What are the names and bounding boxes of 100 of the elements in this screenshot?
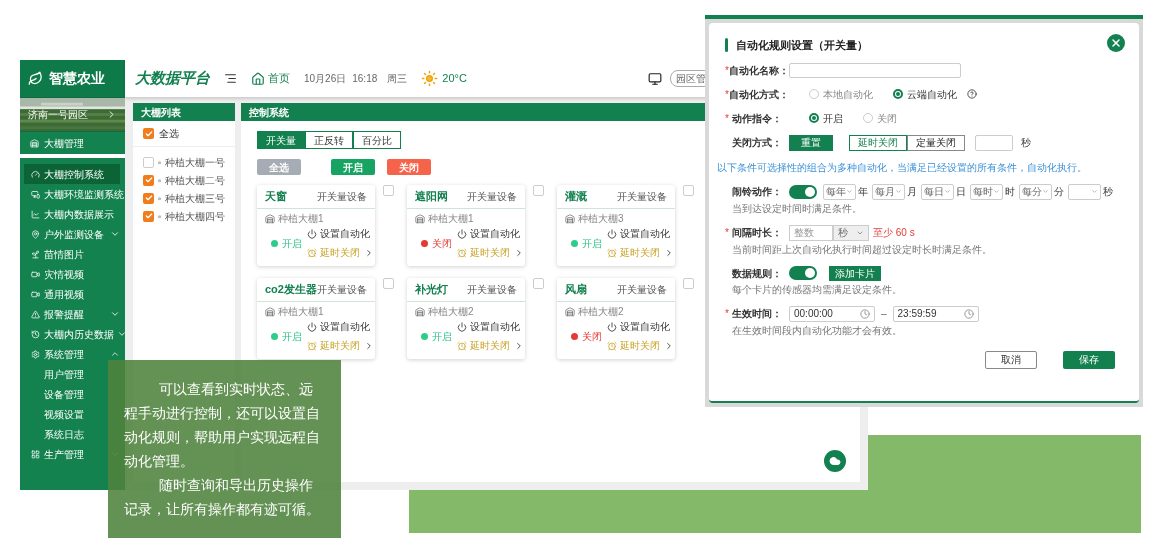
device-name: 风扇 xyxy=(565,282,587,298)
sidebar-item[interactable]: 户外监测设备 xyxy=(24,224,107,244)
unit-label: 日 xyxy=(956,185,966,199)
delay-close-button[interactable]: 延时关闭 xyxy=(457,338,510,353)
unit-label: 月 xyxy=(907,185,917,199)
hint-text: 当前时间距上次自动化执行时间超过设定时长时满足条件。 xyxy=(732,242,993,257)
range-separator: – xyxy=(881,307,887,321)
set-automation-button[interactable]: 设置自动化 xyxy=(457,226,524,241)
delay-close-button[interactable]: 延时关闭 xyxy=(307,245,360,260)
sidebar-item[interactable]: 大棚管理 xyxy=(20,132,125,158)
time-select[interactable]: 每日 xyxy=(921,183,954,200)
sidebar-subitem[interactable]: 系统日志 xyxy=(44,424,84,444)
status-indicator: 开启 xyxy=(557,235,607,251)
logo-text: 智慧农业 xyxy=(49,69,105,88)
delay-close-button[interactable]: 延时关闭 xyxy=(307,338,360,353)
dialog-title: 自动化规则设置（开关量） xyxy=(736,38,868,53)
add-card-button[interactable]: 添加卡片 xyxy=(829,265,881,281)
hint-text: 在生效时间段内自动化功能才会有效。 xyxy=(732,323,903,338)
cancel-button[interactable]: 取消 xyxy=(985,350,1037,369)
sidebar-item[interactable]: 大棚环境监测系统 xyxy=(24,184,127,204)
turn-on-button[interactable]: 开启 xyxy=(331,159,375,175)
device-location: 种植大棚3 xyxy=(578,212,624,226)
unit-label: 时 xyxy=(1005,185,1015,199)
start-time-field[interactable]: 00:00:00 xyxy=(789,305,875,322)
sidebar-item[interactable]: 生产管理 xyxy=(24,444,87,464)
device-type: 开关量设备 xyxy=(467,283,517,297)
required-mark: * xyxy=(725,226,730,240)
required-mark: * xyxy=(725,87,729,102)
device-name: 补光灯 xyxy=(415,282,448,298)
interval-input[interactable]: 整数 xyxy=(789,224,833,241)
delay-close-button[interactable]: 延时关闭 xyxy=(607,245,660,260)
greenhouse-item[interactable]: 种植大棚一号 xyxy=(133,153,235,171)
set-automation-button[interactable]: 设置自动化 xyxy=(307,319,374,334)
delay-close-button[interactable]: 延时关闭 xyxy=(457,245,510,260)
delay-close-button[interactable]: 延时关闭 xyxy=(607,338,660,353)
time-select[interactable]: 每分 xyxy=(1019,183,1052,200)
sidebar-subitem[interactable]: 用户管理 xyxy=(44,364,84,384)
park-selector[interactable]: 济南一号园区 xyxy=(20,97,125,132)
set-automation-button[interactable]: 设置自动化 xyxy=(607,319,674,334)
reset-button[interactable]: 重置 xyxy=(789,134,833,151)
device-location: 种植大棚2 xyxy=(428,305,474,319)
radio-option[interactable]: 云端自动化 xyxy=(893,86,957,102)
unit-label: 秒 xyxy=(1103,185,1113,199)
panel-title: 大棚列表 xyxy=(133,103,235,121)
sidebar-item[interactable]: 苗情图片 xyxy=(24,244,87,264)
turn-off-button[interactable]: 关闭 xyxy=(387,159,431,175)
temperature-text: 20°C xyxy=(442,71,467,87)
sidebar-subitem[interactable]: 视频设置 xyxy=(44,404,84,424)
field-label: 生效时间： xyxy=(732,307,782,321)
sidebar-item[interactable]: 大棚控制系统 xyxy=(24,164,120,184)
field-label: 间隔时长： xyxy=(732,226,782,240)
sidebar-item[interactable]: 大棚内数据展示 xyxy=(24,204,117,224)
device-location: 种植大棚1 xyxy=(428,212,474,226)
radio-option[interactable]: 本地自动化 xyxy=(809,86,873,102)
sidebar-subitem[interactable]: 设备管理 xyxy=(44,384,84,404)
greenhouse-item[interactable]: 种植大棚二号 xyxy=(133,171,235,189)
device-name: 天窗 xyxy=(265,189,287,205)
sidebar-item[interactable]: 通用视频 xyxy=(24,284,87,304)
mode-tab[interactable]: 百分比 xyxy=(353,131,401,149)
hint-text: 每个卡片的传感器均需满足设定条件。 xyxy=(732,282,903,297)
device-type: 开关量设备 xyxy=(317,283,367,297)
sidebar-item[interactable]: 系统管理 xyxy=(24,344,87,364)
greenhouse-item[interactable]: 种植大棚四号 xyxy=(133,207,235,225)
info-note: 以下条件可选择性的组合为多种自动化，当满足已经设置的所有条件，自动化执行。 xyxy=(717,160,1088,175)
status-indicator: 开启 xyxy=(257,235,307,251)
sidebar-item[interactable]: 报警提醒 xyxy=(24,304,87,324)
unit-label: 分 xyxy=(1054,185,1064,199)
set-automation-button[interactable]: 设置自动化 xyxy=(607,226,674,241)
save-button[interactable]: 保存 xyxy=(1063,350,1115,369)
time-select[interactable]: 每月 xyxy=(872,183,905,200)
set-automation-button[interactable]: 设置自动化 xyxy=(457,319,524,334)
required-mark: * xyxy=(725,307,730,321)
end-time-field[interactable]: 23:59:59 xyxy=(892,305,979,322)
weekday-text: 周三 xyxy=(387,72,408,86)
select-all-checkbox[interactable]: 全选 xyxy=(133,121,235,147)
time-select[interactable]: 每年 xyxy=(823,183,856,200)
device-location: 种植大棚1 xyxy=(278,212,324,226)
sidebar-item[interactable]: 大棚内历史数据 xyxy=(24,324,117,344)
greenhouse-item[interactable]: 种植大棚三号 xyxy=(133,189,235,207)
device-name: co2发生器 xyxy=(265,282,317,298)
set-automation-button[interactable]: 设置自动化 xyxy=(307,226,374,241)
status-indicator: 关闭 xyxy=(407,235,457,251)
close-mode-option[interactable]: 延时关闭 xyxy=(849,134,907,151)
close-mode-option[interactable]: 定量关闭 xyxy=(907,134,965,151)
sidebar-item[interactable]: 灾情视频 xyxy=(24,264,87,284)
field-label: 自动化名称： xyxy=(729,63,789,78)
mode-tab[interactable]: 开关量 xyxy=(257,131,305,149)
home-link[interactable]: 首页 xyxy=(251,70,290,87)
caption-text: 随时查询和导出历史操作记录，让所有操作都有迹可循。 xyxy=(124,476,321,519)
device-type: 开关量设备 xyxy=(617,190,667,204)
device-type: 开关量设备 xyxy=(617,283,667,297)
radio-option[interactable]: 关闭 xyxy=(863,110,897,126)
field-label: 关闭方式： xyxy=(732,136,782,150)
mode-tab[interactable]: 正反转 xyxy=(305,131,353,149)
time-select[interactable]: 每时 xyxy=(970,183,1003,200)
park-name: 济南一号园区 xyxy=(28,108,88,122)
status-indicator: 开启 xyxy=(257,328,307,344)
unit-select[interactable]: 秒 xyxy=(833,224,869,241)
device-name: 灌溉 xyxy=(565,189,587,205)
time-text: 16:18 xyxy=(352,72,378,86)
